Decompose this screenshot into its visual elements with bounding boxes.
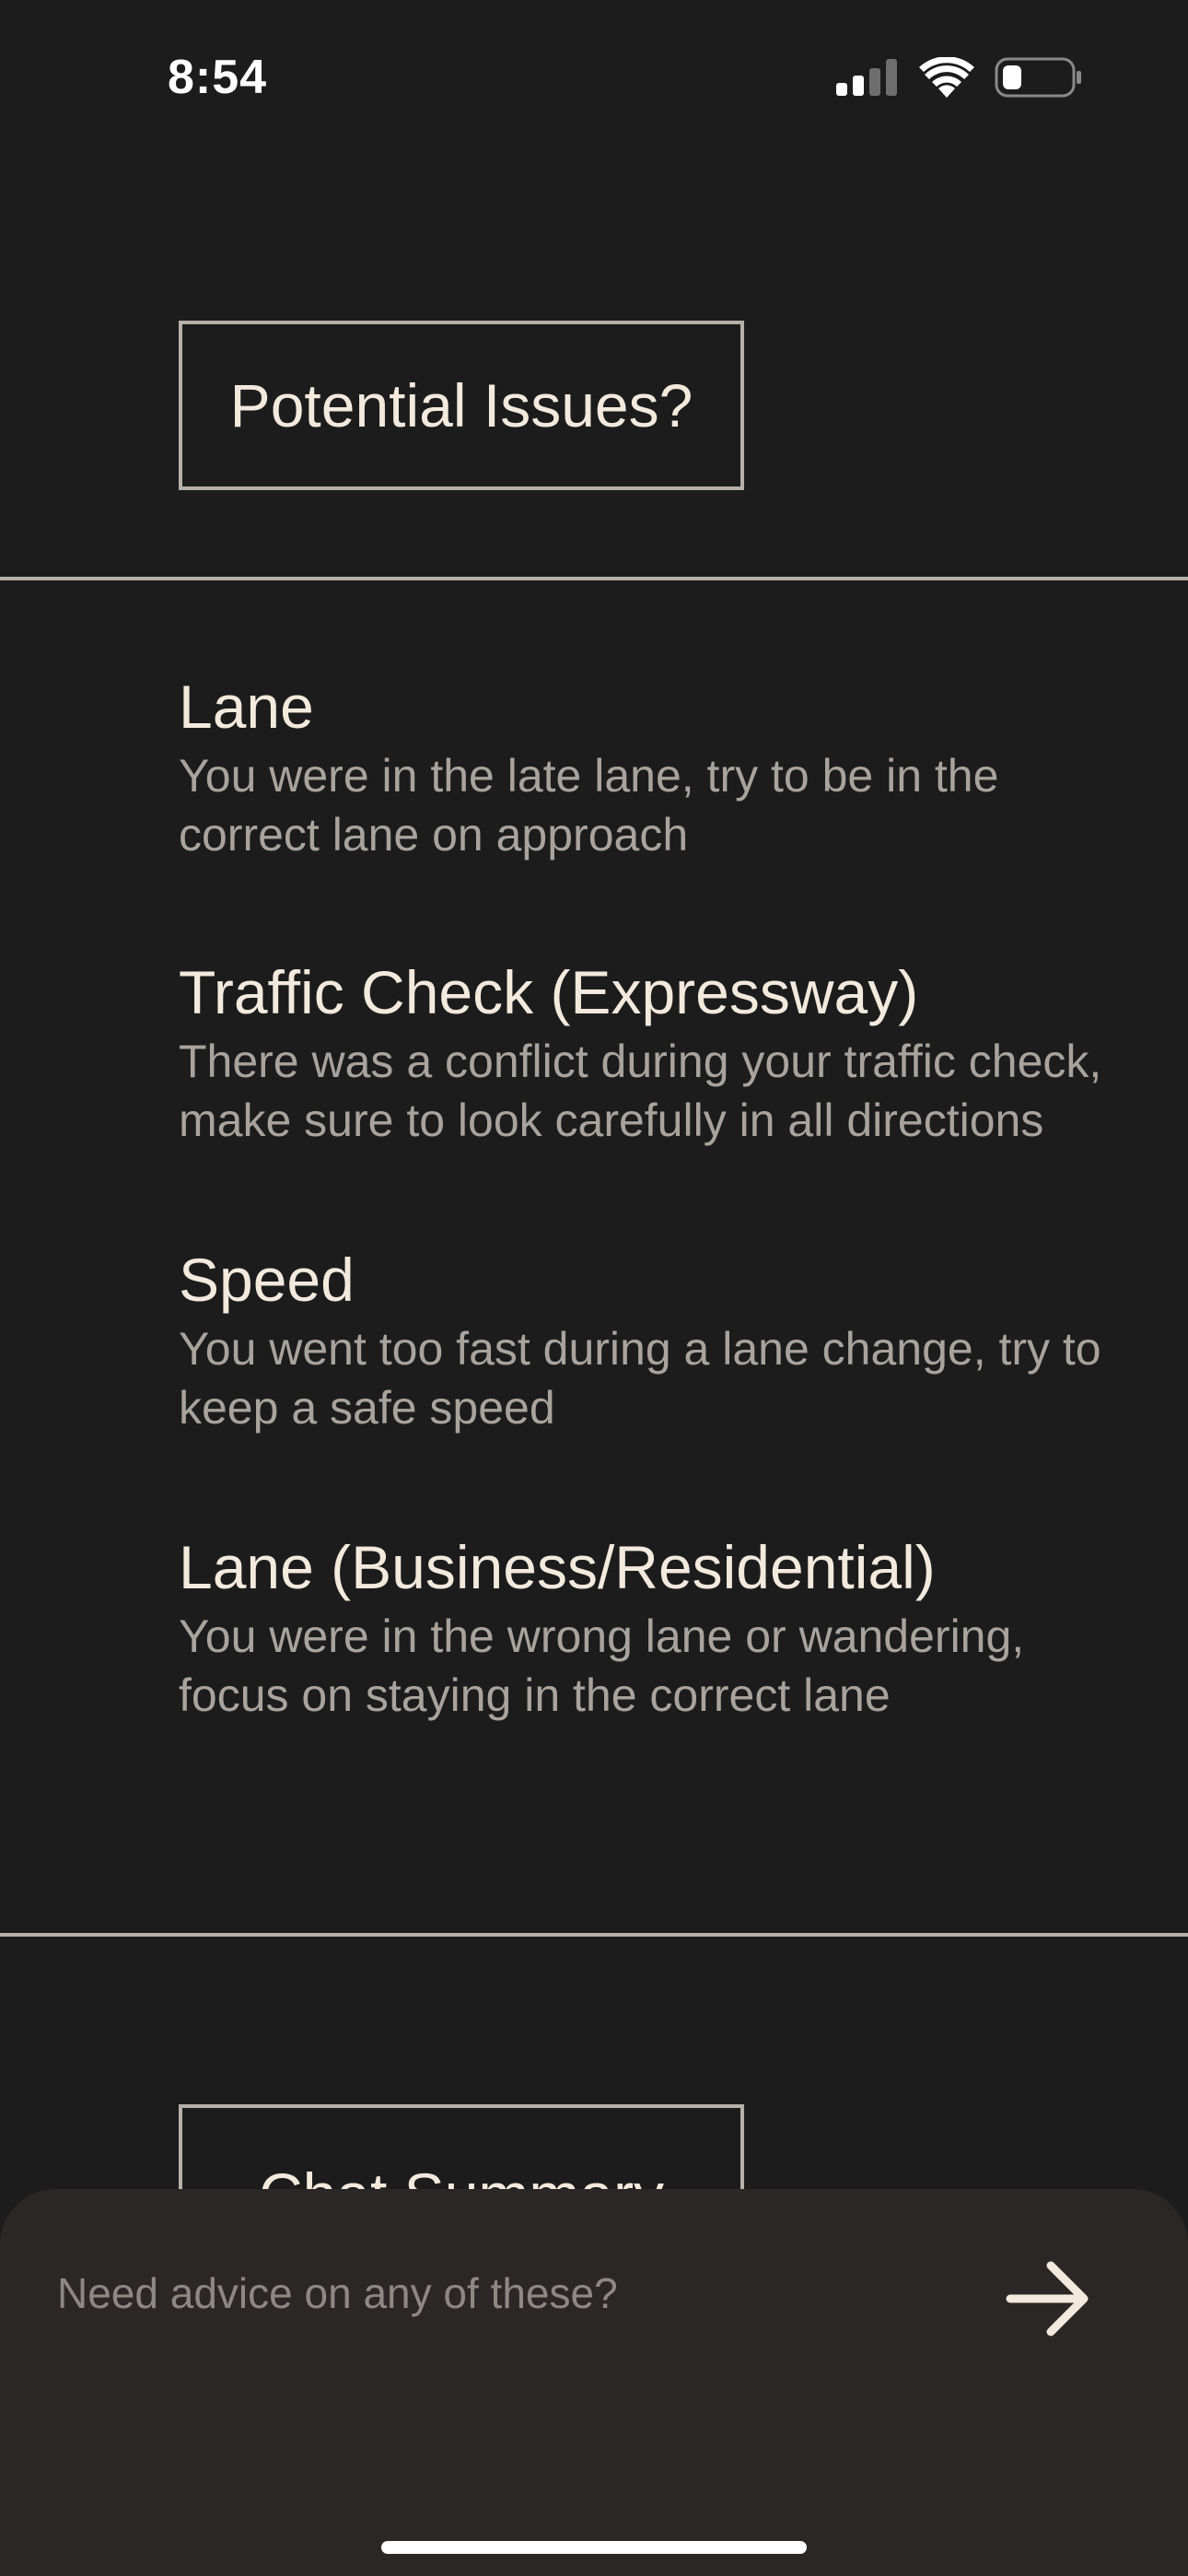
- status-time: 8:54: [168, 51, 268, 104]
- issue-title: Speed: [179, 1246, 355, 1314]
- issue-item-lane-business: Lane (Business/Residential) You were in …: [179, 1528, 1136, 1725]
- wifi-icon: [919, 55, 974, 102]
- issue-description: You were in the late lane, try to be in …: [179, 750, 999, 861]
- issue-item-traffic-check: Traffic Check (Expressway) There was a c…: [179, 953, 1136, 1150]
- issue-item-speed: Speed You went too fast during a lane ch…: [179, 1240, 1136, 1437]
- page-title: Potential Issues?: [229, 371, 693, 439]
- issue-title: Lane (Business/Residential): [179, 1533, 936, 1601]
- divider-bottom: [0, 1933, 1188, 1937]
- status-bar: 8:54: [0, 0, 1188, 157]
- issues-list: Lane You were in the late lane, try to b…: [179, 667, 1136, 1817]
- issue-title: Traffic Check (Expressway): [179, 958, 919, 1026]
- send-button[interactable]: [998, 2250, 1100, 2351]
- issue-description: You went too fast during a lane change, …: [179, 1323, 1101, 1434]
- home-indicator[interactable]: [381, 2541, 807, 2554]
- arrow-right-icon: [1005, 2260, 1093, 2342]
- cellular-signal-icon: [836, 58, 899, 100]
- issue-item-lane: Lane You were in the late lane, try to b…: [179, 667, 1136, 864]
- issue-title: Lane: [179, 673, 314, 741]
- chat-input-field[interactable]: Need advice on any of these?: [57, 2268, 618, 2318]
- status-icons: [836, 55, 1083, 102]
- issue-description: You were in the wrong lane or wandering,…: [179, 1610, 1025, 1721]
- chat-input-sheet[interactable]: Need advice on any of these?: [0, 2189, 1188, 2576]
- battery-icon: [995, 57, 1083, 102]
- potential-issues-header: Potential Issues?: [179, 321, 744, 490]
- issue-description: There was a conflict during your traffic…: [179, 1036, 1102, 1146]
- divider-top: [0, 577, 1188, 580]
